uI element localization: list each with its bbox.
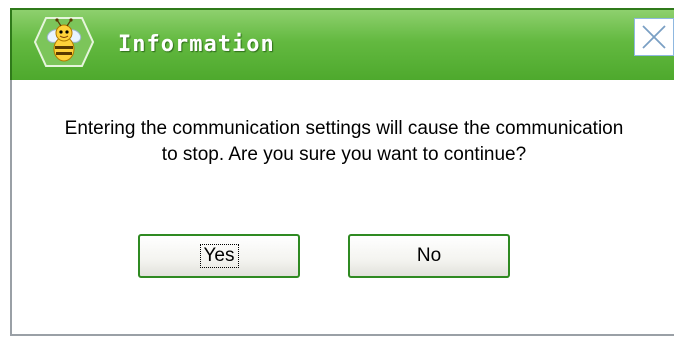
no-button-label: No [416,245,442,266]
dialog-body: Entering the communication settings will… [10,80,674,336]
message-line-1: Entering the communication settings will… [64,118,624,139]
dialog-title: Information [118,32,275,57]
confirmation-message: Entering the communication settings will… [12,116,674,168]
yes-button-label: Yes [199,244,239,268]
close-button[interactable] [634,18,674,56]
information-dialog: Information Entering the communication s… [0,0,674,340]
bee-logo-icon [34,17,94,67]
no-button[interactable]: No [348,234,510,278]
yes-button[interactable]: Yes [138,234,300,278]
title-bar[interactable]: Information [10,8,674,80]
message-line-2: to stop. Are you sure you want to contin… [161,144,527,165]
close-icon [642,25,666,49]
